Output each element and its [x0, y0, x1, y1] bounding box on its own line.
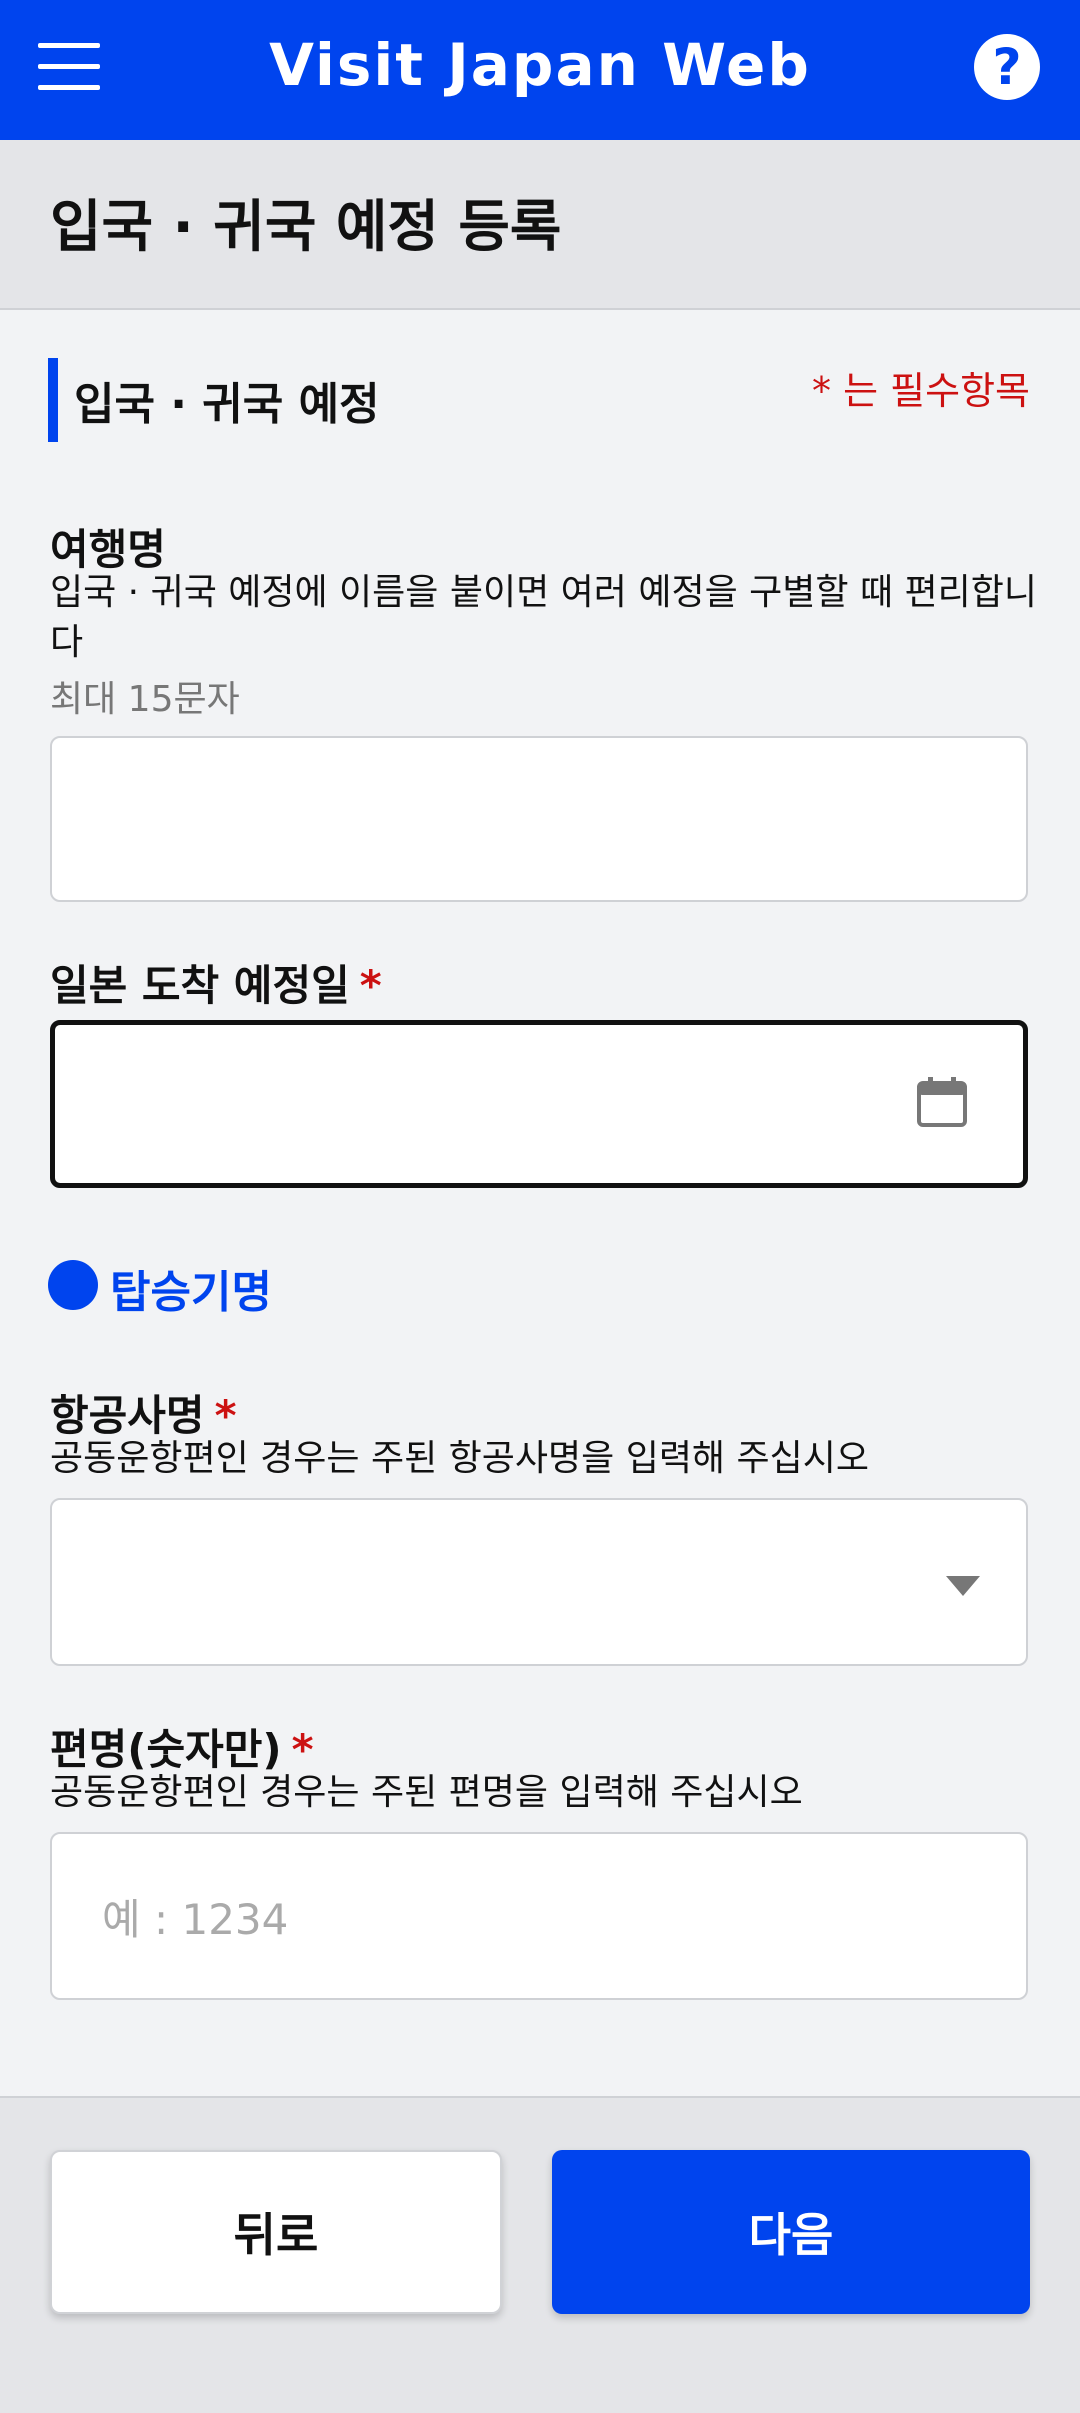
airline-select[interactable]	[50, 1498, 1028, 1666]
flight-section-dot-icon	[48, 1260, 98, 1310]
calendar-icon[interactable]	[917, 1077, 967, 1127]
arrival-date-input[interactable]	[50, 1020, 1028, 1188]
app-title: Visit Japan Web	[269, 31, 811, 99]
required-note: * 는 필수항목	[812, 369, 1030, 413]
back-button[interactable]: 뒤로	[50, 2150, 502, 2314]
page-header: 입국 · 귀국 예정 등록	[0, 140, 1080, 310]
footer-bar: 뒤로 다음	[0, 2096, 1080, 2413]
app-bar: Visit Japan Web ?	[0, 0, 1080, 140]
trip-name-input[interactable]	[50, 736, 1028, 902]
arrival-date-label-text: 일본 도착 예정일	[50, 961, 350, 1010]
trip-name-description: 입국 · 귀국 예정에 이름을 붙이면 여러 예정을 구별할 때 편리합니다	[50, 572, 1037, 663]
page-title: 입국 · 귀국 예정 등록	[50, 195, 562, 260]
flight-number-placeholder: 예 : 1234	[102, 1894, 289, 1944]
airline-description: 공동운항편인 경우는 주된 항공사명을 입력해 주십시오	[50, 1438, 869, 1479]
section-accent-bar	[48, 358, 58, 442]
required-mark: *	[291, 1725, 314, 1774]
chevron-down-icon	[946, 1576, 980, 1596]
flight-number-description: 공동운항편인 경우는 주된 편명을 입력해 주십시오	[50, 1772, 803, 1813]
section-title: 입국 · 귀국 예정	[74, 379, 380, 430]
flight-section-title: 탑승기명	[110, 1267, 272, 1318]
help-icon[interactable]: ?	[974, 34, 1040, 100]
airline-label-text: 항공사명	[50, 1391, 205, 1440]
required-mark: *	[359, 961, 382, 1010]
flight-number-label-text: 편명(숫자만)	[50, 1725, 282, 1774]
arrival-date-label: 일본 도착 예정일 *	[50, 952, 382, 1013]
trip-name-hint: 최대 15문자	[50, 679, 240, 720]
flight-number-input[interactable]: 예 : 1234	[50, 1832, 1028, 2000]
required-mark: *	[214, 1391, 237, 1440]
next-button[interactable]: 다음	[552, 2150, 1030, 2314]
